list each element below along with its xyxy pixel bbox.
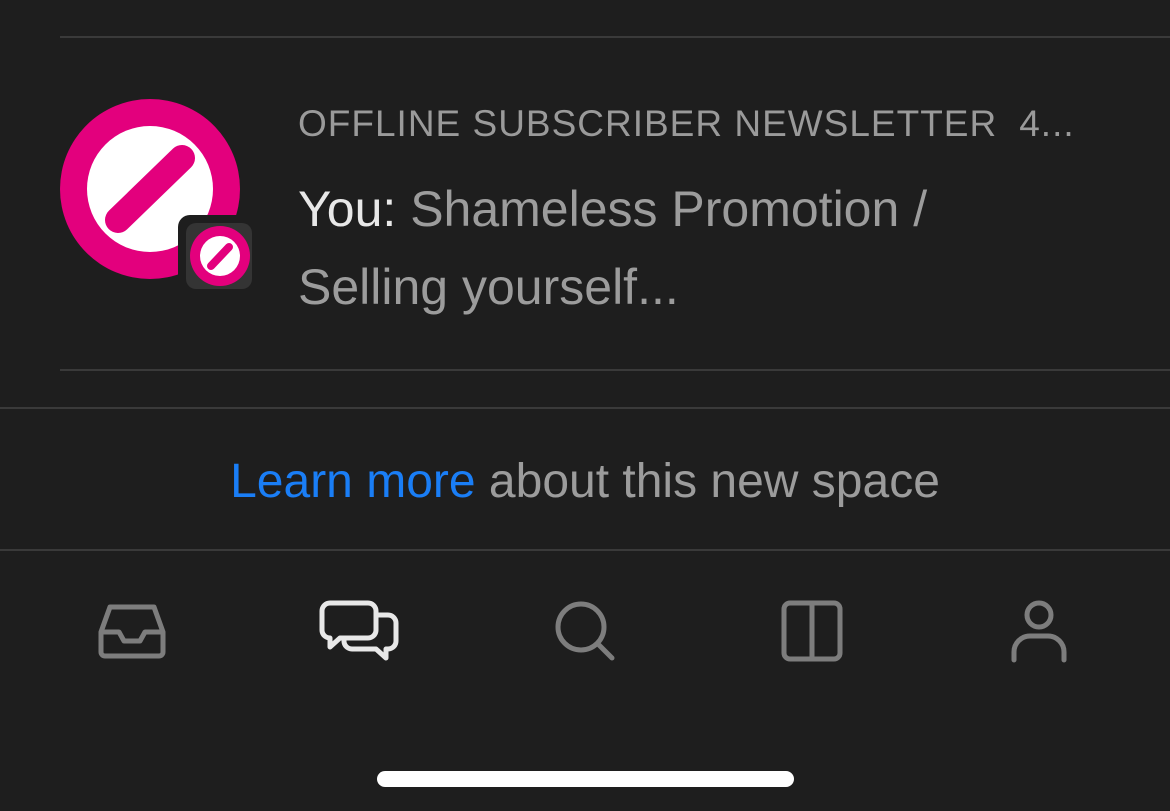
thread-meta: OFFLINE SUBSCRIBER NEWSLETTER 4...	[298, 98, 1118, 150]
badge-logo-icon	[178, 215, 254, 291]
thread-divider	[60, 369, 1170, 371]
info-row: Learn more about this new space	[0, 409, 1170, 549]
thread-time: 4...	[1019, 103, 1075, 144]
space-name: OFFLINE SUBSCRIBER NEWSLETTER	[298, 103, 998, 144]
tab-inbox[interactable]	[87, 591, 177, 671]
learn-more-link[interactable]: Learn more	[230, 455, 475, 508]
home-indicator[interactable]	[377, 771, 794, 787]
badge-avatar	[178, 215, 254, 291]
person-icon	[1011, 600, 1067, 663]
thread-row[interactable]: OFFLINE SUBSCRIBER NEWSLETTER 4... You: S…	[0, 38, 1170, 369]
tab-profile[interactable]	[994, 591, 1084, 671]
search-icon	[555, 601, 615, 661]
preview-sender: You:	[298, 181, 397, 237]
info-text: about this new space	[488, 455, 940, 508]
thread-text: OFFLINE SUBSCRIBER NEWSLETTER 4... You: S…	[298, 98, 1118, 326]
tab-bar	[0, 551, 1170, 701]
tab-chats[interactable]	[314, 591, 404, 671]
tab-search[interactable]	[540, 591, 630, 671]
inbox-tray-icon	[98, 604, 166, 659]
columns-icon	[781, 600, 843, 662]
chat-bubbles-icon	[319, 600, 399, 661]
tab-spaces[interactable]	[767, 591, 857, 671]
message-preview: You: Shameless Promotion / Selling yours…	[298, 170, 1058, 326]
